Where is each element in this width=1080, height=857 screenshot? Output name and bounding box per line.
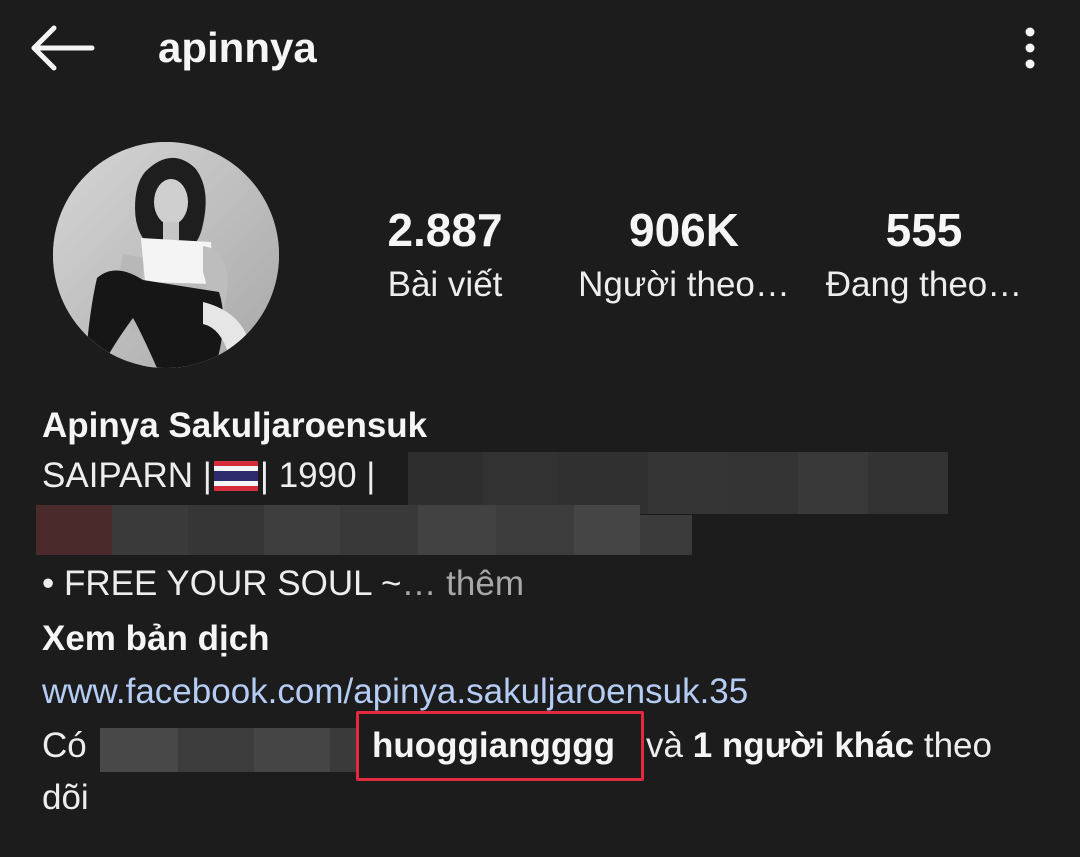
mutual-others-link[interactable]: 1 người khác — [693, 726, 914, 765]
posts-value: 2.887 — [387, 204, 503, 256]
bio-suffix: | 1990 | — [259, 456, 376, 495]
bio-free-your-soul: • FREE YOUR SOUL ~ — [42, 564, 402, 603]
bio-prefix: SAIPARN | — [42, 456, 212, 495]
following-value: 555 — [885, 204, 963, 256]
see-translation-link[interactable]: Xem bản dịch — [42, 613, 270, 665]
followers-label: Người theo… — [578, 265, 790, 304]
posts-count[interactable]: 2.887 Bài viết — [360, 200, 530, 310]
redacted-bio-text-2 — [36, 505, 692, 555]
profile-full-name: Apinya Sakuljaroensuk — [42, 406, 428, 445]
back-button[interactable] — [28, 22, 98, 74]
profile-avatar[interactable] — [53, 142, 279, 368]
more-vertical-icon — [1025, 27, 1035, 69]
thailand-flag-icon — [213, 461, 258, 491]
mutual-highlighted-user[interactable]: huoggiangggg — [372, 720, 615, 772]
mutual-rest: và 1 người khác theo — [646, 720, 992, 772]
mutual-suffix: theo — [923, 726, 992, 765]
back-arrow-icon — [31, 25, 95, 71]
mutual-connector: và — [646, 726, 683, 765]
followers-count[interactable]: 906K Người theo… — [568, 200, 800, 310]
bio-line-1: SAIPARN | | 1990 | — [42, 450, 375, 502]
posts-label: Bài viết — [387, 265, 503, 304]
bio-line-3: • FREE YOUR SOUL ~… thêm — [42, 558, 524, 610]
avatar-photo — [53, 142, 279, 368]
more-link[interactable]: … thêm — [401, 564, 524, 603]
followers-value: 906K — [629, 204, 739, 256]
top-bar: apinnya — [0, 0, 1080, 100]
following-count[interactable]: 555 Đang theo… — [812, 200, 1036, 310]
more-options-button[interactable] — [1008, 22, 1052, 74]
mutual-prefix: Có — [42, 726, 87, 765]
mutual-line-2: dõi — [42, 778, 89, 817]
redacted-mutual-user — [100, 728, 356, 772]
profile-username: apinnya — [158, 24, 317, 71]
following-label: Đang theo… — [825, 265, 1023, 304]
